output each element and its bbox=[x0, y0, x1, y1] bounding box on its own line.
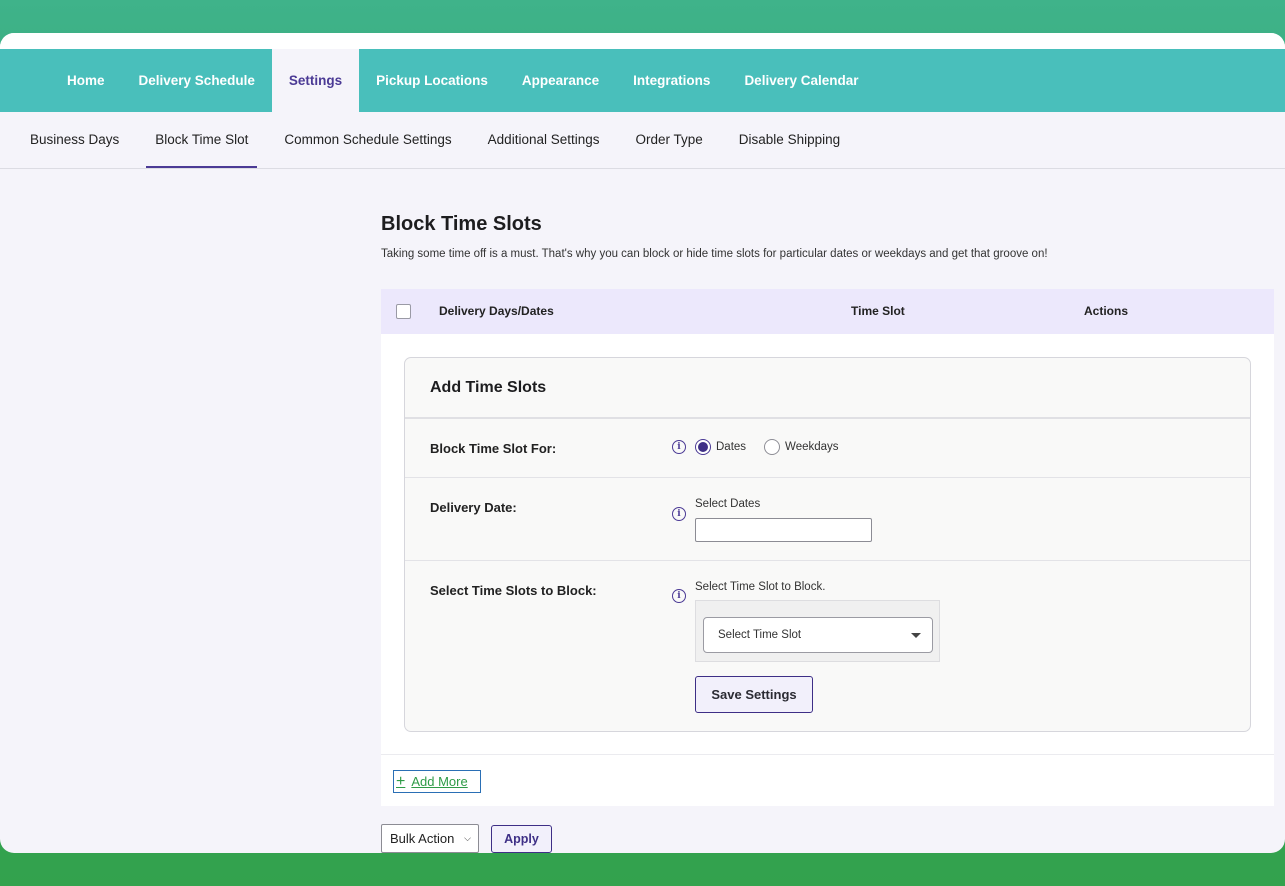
time-slot-select[interactable]: Select Time Slot bbox=[703, 617, 933, 653]
main-nav-delivery-schedule[interactable]: Delivery Schedule bbox=[122, 49, 272, 112]
page-description: Taking some time off is a must. That's w… bbox=[381, 248, 1048, 260]
main-nav-delivery-calendar[interactable]: Delivery Calendar bbox=[727, 49, 875, 112]
top-strip bbox=[0, 33, 1285, 49]
column-delivery-days: Delivery Days/Dates bbox=[439, 304, 554, 318]
table-body: Add Time Slots Block Time Slot For: i Da… bbox=[381, 334, 1274, 754]
add-more-label: Add More bbox=[411, 774, 468, 789]
caret-down-icon bbox=[911, 633, 921, 638]
main-nav-home[interactable]: Home bbox=[50, 49, 122, 112]
table-header: Delivery Days/Dates Time Slot Actions bbox=[381, 289, 1274, 334]
main-nav: Home Delivery Schedule Settings Pickup L… bbox=[0, 49, 1285, 112]
block-for-label: Block Time Slot For: bbox=[430, 441, 557, 456]
bulk-actions: Bulk Action ⌵ Apply bbox=[381, 824, 1274, 853]
sub-nav: Business Days Block Time Slot Common Sch… bbox=[0, 112, 1285, 169]
info-icon[interactable]: i bbox=[672, 589, 686, 603]
radio-weekdays[interactable] bbox=[764, 439, 781, 455]
block-for-radio-group: Dates Weekdays bbox=[695, 439, 839, 455]
time-slots-label: Select Time Slots to Block: bbox=[430, 583, 597, 598]
plus-icon: + bbox=[396, 772, 406, 790]
radio-dates-label: Dates bbox=[716, 441, 747, 453]
select-dates-label: Select Dates bbox=[695, 498, 761, 510]
radio-dates[interactable] bbox=[695, 439, 711, 455]
tab-block-time-slot[interactable]: Block Time Slot bbox=[146, 112, 258, 168]
main-nav-pickup-locations[interactable]: Pickup Locations bbox=[359, 49, 505, 112]
info-icon[interactable]: i bbox=[672, 440, 686, 454]
app-window: Home Delivery Schedule Settings Pickup L… bbox=[0, 33, 1285, 853]
bulk-action-select[interactable]: Bulk Action ⌵ bbox=[381, 824, 479, 853]
block-for-row: Block Time Slot For: i Dates Weekdays bbox=[405, 419, 1250, 478]
main-content: Block Time Slots Taking some time off is… bbox=[381, 213, 1274, 853]
delivery-date-input[interactable] bbox=[695, 518, 872, 542]
page-title: Block Time Slots bbox=[381, 213, 542, 235]
info-icon[interactable]: i bbox=[672, 507, 686, 521]
tab-disable-shipping[interactable]: Disable Shipping bbox=[721, 112, 858, 168]
add-more-row: + Add More bbox=[381, 754, 1274, 806]
tab-additional-settings[interactable]: Additional Settings bbox=[470, 112, 618, 168]
time-slots-row: Select Time Slots to Block: i Select Tim… bbox=[405, 561, 1250, 731]
column-actions: Actions bbox=[1084, 304, 1129, 318]
delivery-date-label: Delivery Date: bbox=[430, 500, 517, 515]
main-nav-appearance[interactable]: Appearance bbox=[505, 49, 616, 112]
column-time-slot: Time Slot bbox=[851, 304, 905, 318]
apply-button[interactable]: Apply bbox=[491, 824, 552, 853]
tab-business-days[interactable]: Business Days bbox=[12, 112, 137, 168]
time-slot-select-placeholder: Select Time Slot bbox=[718, 629, 802, 641]
radio-weekdays-label: Weekdays bbox=[785, 441, 839, 453]
save-settings-button[interactable]: Save Settings bbox=[695, 676, 813, 713]
bulk-action-selected: Bulk Action bbox=[390, 831, 455, 846]
chevron-down-icon: ⌵ bbox=[464, 833, 471, 843]
main-nav-settings[interactable]: Settings bbox=[271, 49, 360, 112]
add-more-link[interactable]: + Add More bbox=[393, 770, 481, 793]
tab-order-type[interactable]: Order Type bbox=[618, 112, 721, 168]
select-time-slot-label: Select Time Slot to Block. bbox=[695, 581, 826, 593]
tab-common-schedule-settings[interactable]: Common Schedule Settings bbox=[266, 112, 469, 168]
add-time-slots-panel: Add Time Slots Block Time Slot For: i Da… bbox=[404, 357, 1251, 732]
delivery-date-row: Delivery Date: i Select Dates bbox=[405, 478, 1250, 561]
time-slot-select-wrapper: Select Time Slot bbox=[695, 600, 940, 662]
main-nav-integrations[interactable]: Integrations bbox=[616, 49, 727, 112]
select-all-checkbox[interactable] bbox=[396, 304, 411, 319]
panel-title: Add Time Slots bbox=[405, 358, 1250, 419]
